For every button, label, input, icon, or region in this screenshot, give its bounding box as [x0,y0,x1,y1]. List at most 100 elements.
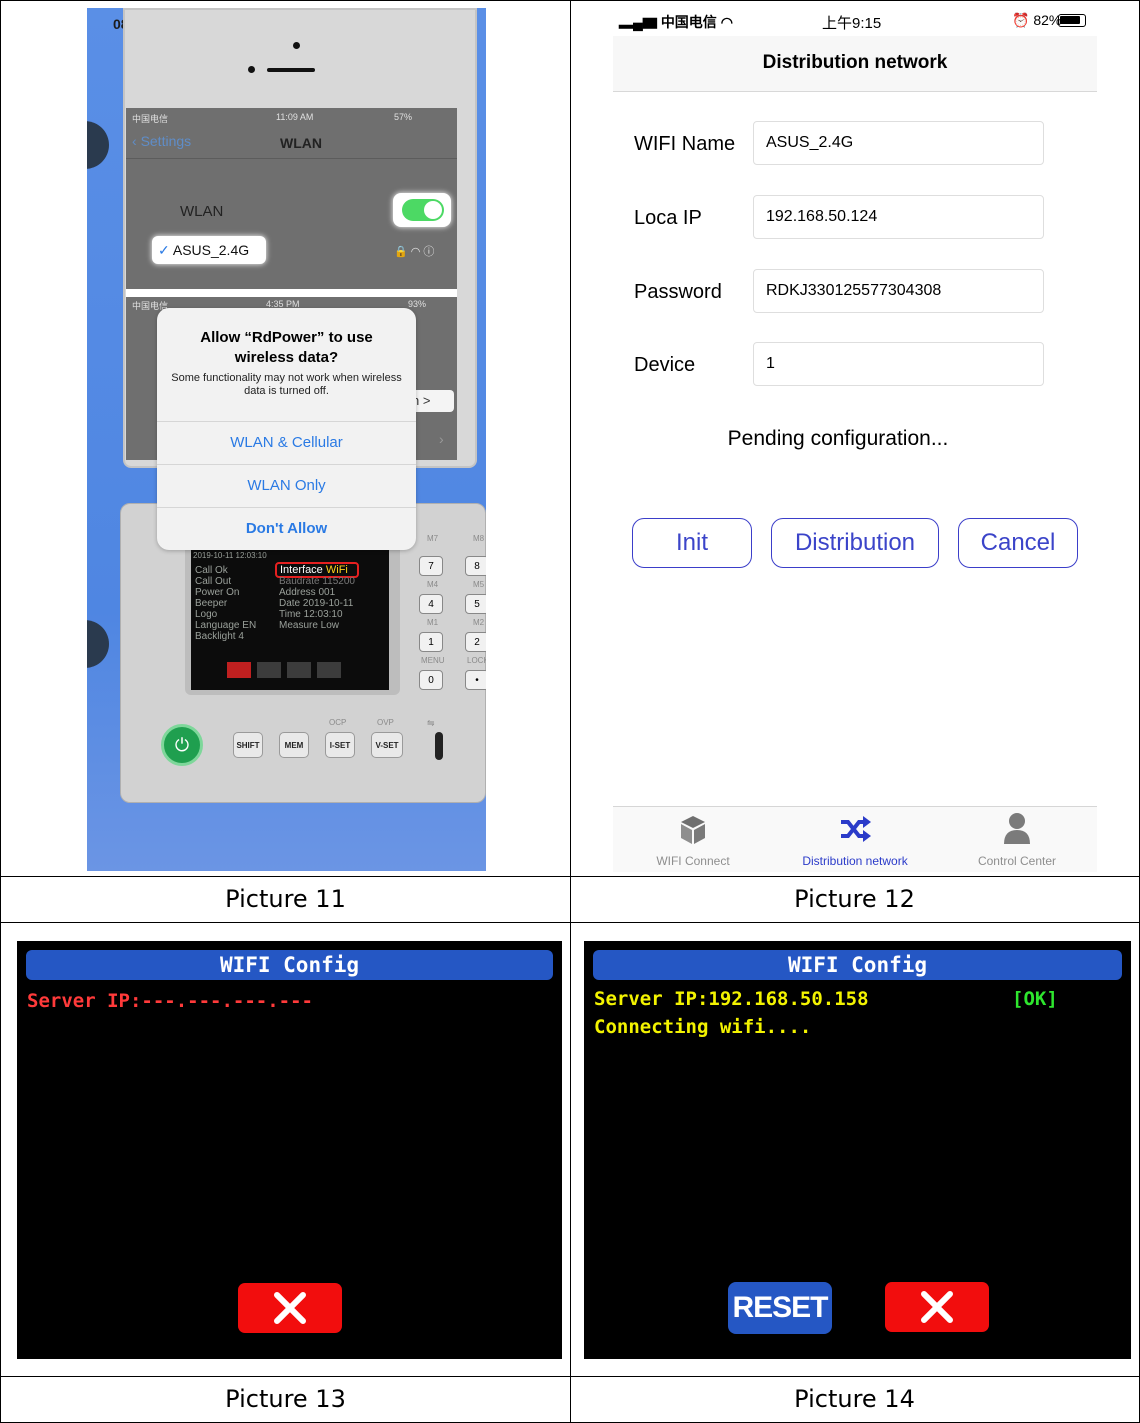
iset-button[interactable]: I-SET [325,732,355,758]
device-label: Device [634,354,696,376]
lcd-row: Measure Low [279,620,340,631]
screen-gap [126,289,457,297]
lcd-row: Baudrate 115200 [279,576,355,587]
key-label: MENU [421,656,445,665]
status-battery-group: ⏰ 82% [1012,12,1061,29]
key-label: M7 [427,534,439,543]
password-field[interactable]: RDKJ330125577304308 [753,269,1044,313]
settings-back-link[interactable]: ‹ Settings [132,133,191,149]
local-ip-field[interactable]: 192.168.50.124 [753,195,1044,239]
battery-icon [1058,14,1086,27]
alarm-icon: ⏰ [1012,12,1030,28]
signal-icon: ▂▄▆ [619,14,657,30]
status-battery: 57% [394,112,413,122]
picture-11-image: 08:29 ▮▮ ◠ ▭ 中国电信 11:09 AM 57% ‹ Setting… [87,8,486,871]
lcd-timestamp: 2019-10-11 12:03:10 [193,551,267,560]
key-label: M1 [427,618,439,627]
key-8[interactable]: 8 [465,556,486,576]
page-title: Distribution network [762,52,948,73]
lcd-row: Beeper [195,598,228,609]
key-label: M4 [427,580,439,589]
tab-distribution-network[interactable]: Distribution network [775,808,935,872]
usb-port [435,732,443,760]
mem-button[interactable]: MEM [279,732,309,758]
inner-battery: 93% [408,299,427,309]
tab-control-center[interactable]: Control Center [937,808,1097,872]
network-row-selected[interactable]: ✓ ASUS_2.4G [152,236,266,264]
step-bubble [87,620,109,668]
usb-icon: ⇋ [427,718,435,728]
lcd-row: Call Ok [195,565,228,576]
key-7[interactable]: 7 [419,556,443,576]
key-dot[interactable]: • [465,670,486,690]
key-5[interactable]: 5 [465,594,486,614]
vset-button[interactable]: V-SET [371,732,403,758]
wifi-icon: ◠ [720,14,733,30]
lcd-row: Language EN [195,620,257,631]
wlan-cellular-option[interactable]: WLAN & Cellular [157,421,416,463]
key-label: M5 [473,580,485,589]
server-ip-line: Server IP:---.---.---.--- [27,990,313,1012]
tab-wifi-connect[interactable]: WIFI Connect [613,808,773,872]
shuffle-icon [841,816,871,842]
earpiece [267,68,315,72]
password-label: Password [634,281,722,303]
status-time: 上午9:15 [822,15,882,32]
lcd-row: Backlight 4 [195,631,244,642]
ok-badge: [OK] [1012,988,1058,1010]
lcd-header: WIFI Config [26,950,553,980]
checkmark-icon: ✓ [158,242,170,258]
lcd-row: Call Out [195,576,232,587]
wlan-toggle[interactable] [402,199,444,221]
key-0[interactable]: 0 [419,670,443,690]
tab-label: Distribution network [802,854,908,868]
close-button[interactable] [238,1283,342,1333]
lock-wifi-info-icons: 🔒 ◠ ⓘ [394,246,435,258]
device-lcd: 2019-10-11 12:03:10 Call Ok Call Out Pow… [191,550,389,690]
cube-icon [681,816,705,844]
ocp-label: OCP [329,718,347,727]
back-label: Settings [140,133,192,149]
status-bar-left: ▂▄▆ 中国电信 ◠ [619,12,733,32]
lcd-row: Date 2019-10-11 [279,598,354,609]
local-ip-label: Loca IP [634,207,702,229]
init-button[interactable]: Init [632,518,752,568]
key-4[interactable]: 4 [419,594,443,614]
connecting-line: Connecting wifi.... [594,1016,812,1038]
distribution-button[interactable]: Distribution [771,518,939,568]
close-icon [921,1291,953,1323]
shift-button[interactable]: SHIFT [233,732,263,758]
power-button[interactable]: ⏻ [161,724,203,766]
battery-fill [1060,16,1080,24]
lcd-row: Logo [195,609,218,620]
close-icon [274,1292,306,1324]
config-status: Pending configuration... [727,427,949,450]
alert-message: Some functionality may not work when wir… [171,372,402,397]
gear-icon [227,662,251,678]
sensor-dot [248,66,255,73]
network-name: ASUS_2.4G [172,242,250,258]
wlan-toggle-highlight[interactable] [393,193,451,227]
lcd-row: Address 001 [279,587,336,598]
cancel-button[interactable]: Cancel [958,518,1078,568]
key-1[interactable]: 1 [419,632,443,652]
permission-alert: Allow “RdPower” to use wireless data? So… [157,308,416,550]
nav-title: WLAN [280,135,322,151]
dont-allow-option[interactable]: Don't Allow [157,507,416,549]
close-button[interactable] [885,1282,989,1332]
step-bubble [87,121,109,169]
wlan-only-option[interactable]: WLAN Only [157,464,416,506]
lcd-row: Power On [195,587,240,598]
reset-button[interactable]: RESET [728,1282,832,1334]
status-time: 11:09 AM [276,112,314,122]
wifi-name-field[interactable]: ASUS_2.4G [753,121,1044,165]
alert-title: Allow “RdPower” to use wireless data? [200,329,373,366]
key-label: M2 [473,618,485,627]
key-2[interactable]: 2 [465,632,486,652]
status-carrier: 中国电信 [132,114,169,124]
device-field[interactable]: 1 [753,342,1044,386]
chevron-right-icon: › [439,431,444,447]
lcd-row: Time 12:03:10 [279,609,343,620]
key-label: M8 [473,534,485,543]
lcd-header: WIFI Config [593,950,1122,980]
